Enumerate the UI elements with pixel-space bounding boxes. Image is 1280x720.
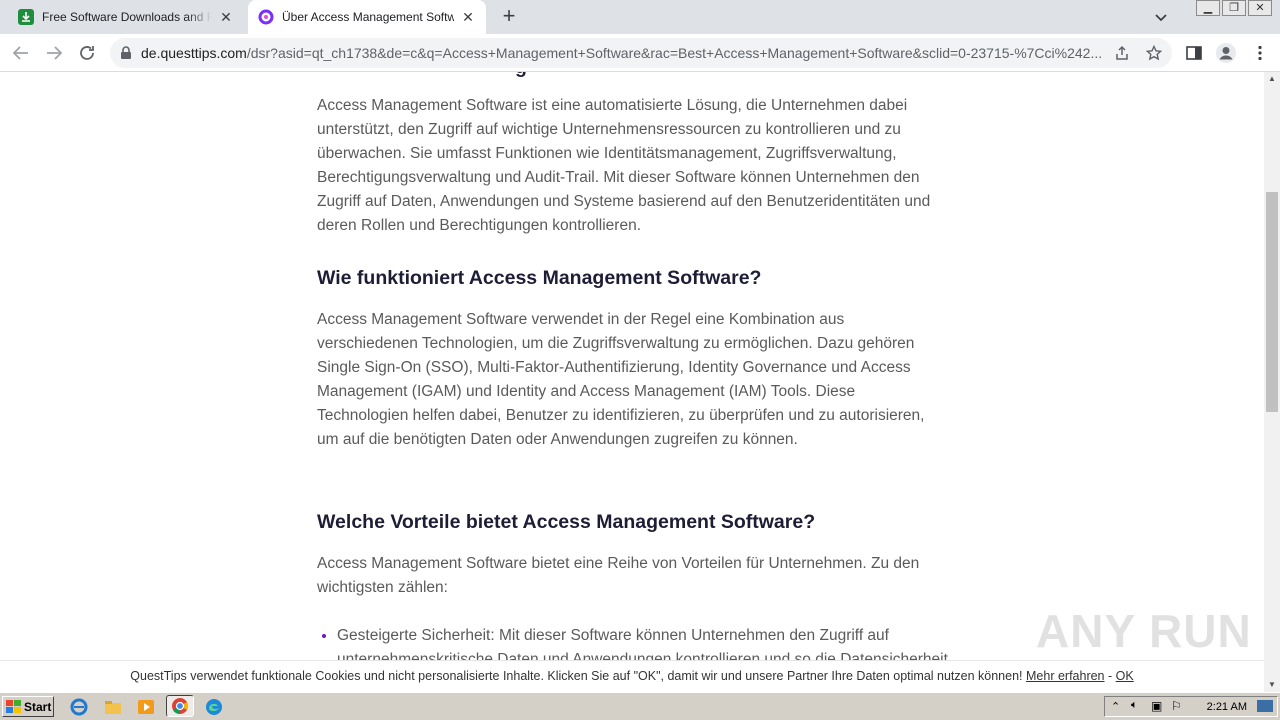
browser-toolbar: de.questtips.com/dsr?asid=qt_ch1738&de=c…: [0, 34, 1280, 72]
cookie-separator: -: [1108, 669, 1113, 683]
system-tray: ⌃ 🔈︎ ▣ ⚐ 2:21 AM: [1104, 696, 1278, 717]
tab-free-software-downloads[interactable]: Free Software Downloads and Reviews ✕: [8, 0, 244, 34]
media-player-icon[interactable]: [137, 698, 155, 716]
list-item: Gesteigerte Sicherheit: Mit dieser Softw…: [337, 624, 967, 660]
internet-explorer-icon[interactable]: [70, 698, 88, 716]
share-icon[interactable]: [1114, 45, 1130, 61]
chevron-down-icon[interactable]: [1152, 8, 1170, 26]
action-center-flag-icon[interactable]: ⚐: [1171, 699, 1182, 713]
page-scrollbar[interactable]: ▲ ▼: [1264, 72, 1280, 692]
windows-taskbar: Start ⌃ 🔈︎ ▣ ⚐ 2:21 AM: [0, 692, 1280, 720]
back-icon[interactable]: [10, 42, 32, 64]
scroll-up-icon[interactable]: ▲: [1264, 72, 1280, 86]
window-controls: ▁ ❐ ✕: [1194, 0, 1272, 20]
new-tab-icon[interactable]: +: [498, 5, 520, 28]
close-icon[interactable]: ✕: [218, 9, 234, 25]
scrollbar-thumb[interactable]: [1266, 192, 1278, 412]
address-bar[interactable]: de.questtips.com/dsr?asid=qt_ch1738&de=c…: [110, 38, 1172, 68]
windows-logo-icon: [6, 699, 21, 713]
heading-how-it-works: Wie funktioniert Access Management Softw…: [317, 267, 762, 289]
cookie-ok-button[interactable]: OK: [1116, 669, 1134, 683]
paragraph-definition: Access Management Software ist eine auto…: [317, 97, 931, 234]
cookie-banner: QuestTips verwendet funktionale Cookies …: [0, 660, 1264, 692]
bookmark-star-icon[interactable]: [1146, 45, 1162, 61]
network-icon[interactable]: ▣: [1151, 699, 1162, 713]
side-panel-icon[interactable]: [1185, 44, 1203, 62]
cookie-text: QuestTips verwendet funktionale Cookies …: [130, 669, 1023, 683]
partial-heading: g: [515, 72, 527, 80]
download-site-icon: [18, 9, 34, 25]
tab-title: Über Access Management Software: [282, 10, 454, 24]
edge-icon[interactable]: [205, 698, 223, 716]
clock[interactable]: 2:21 AM: [1207, 701, 1247, 713]
chrome-icon: [172, 698, 189, 715]
show-desktop-icon[interactable]: [1257, 700, 1273, 712]
restore-icon[interactable]: ❐: [1222, 0, 1246, 16]
start-button[interactable]: Start: [2, 696, 54, 717]
url-text: de.questtips.com/dsr?asid=qt_ch1738&de=c…: [141, 45, 1103, 61]
tab-access-management[interactable]: Über Access Management Software ✕: [248, 0, 486, 34]
file-explorer-icon[interactable]: [104, 698, 122, 716]
close-window-icon[interactable]: ✕: [1248, 0, 1272, 16]
minimize-icon[interactable]: ▁: [1196, 0, 1220, 16]
learn-more-link[interactable]: Mehr erfahren: [1026, 669, 1105, 683]
scroll-down-icon[interactable]: ▼: [1264, 678, 1280, 692]
anyrun-watermark: ANY RUN: [1036, 605, 1252, 657]
close-icon[interactable]: ✕: [460, 9, 476, 25]
volume-icon[interactable]: 🔈︎: [1131, 699, 1138, 712]
more-menu-icon[interactable]: [1251, 44, 1269, 62]
tray-expand-icon[interactable]: ⌃: [1111, 700, 1120, 713]
forward-icon[interactable]: [43, 42, 65, 64]
tab-strip: Free Software Downloads and Reviews ✕ Üb…: [0, 0, 1280, 34]
reload-icon[interactable]: [76, 42, 98, 64]
lock-icon[interactable]: [120, 46, 132, 60]
page-viewport: g Access Management Software ist eine au…: [0, 72, 1264, 660]
paragraph-how-it-works: Access Management Software verwendet in …: [317, 311, 925, 448]
chrome-taskbar-button[interactable]: [166, 695, 194, 717]
tab-title: Free Software Downloads and Reviews: [42, 10, 212, 24]
heading-benefits: Welche Vorteile bietet Access Management…: [317, 511, 816, 533]
profile-avatar-icon[interactable]: [1215, 42, 1237, 64]
paragraph-benefits-intro: Access Management Software bietet eine R…: [317, 555, 920, 596]
questtips-icon: [258, 9, 274, 25]
benefits-list: Gesteigerte Sicherheit: Mit dieser Softw…: [317, 624, 967, 660]
